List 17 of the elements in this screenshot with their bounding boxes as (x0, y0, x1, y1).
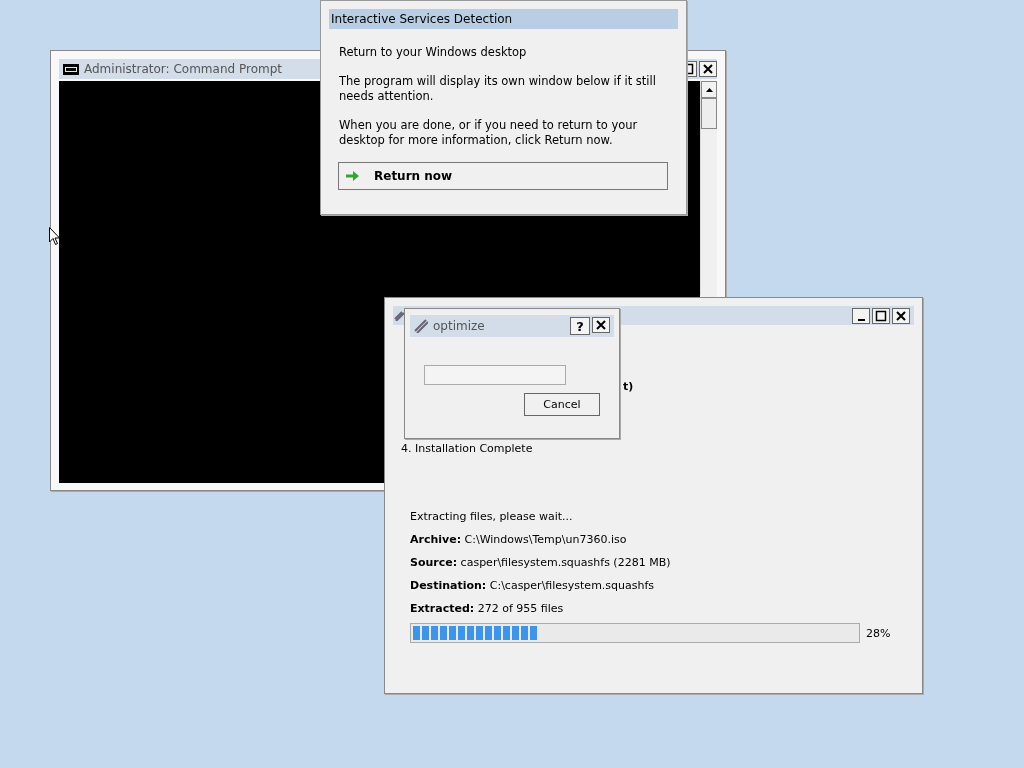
window-title: Administrator: Command Prompt (84, 62, 282, 76)
progress-percent: 28% (866, 626, 891, 640)
detail-line: Source: casper\filesystem.squashfs (2281 MB) (410, 556, 672, 569)
cancel-button[interactable]: Cancel (524, 393, 600, 416)
step-label: 4. Installation Complete (401, 442, 533, 455)
detail-line: Extracted: 272 of 955 files (410, 602, 565, 615)
window-title: optimize (433, 319, 485, 333)
detail-line: Archive: C:\Windows\Temp\un7360.iso (410, 533, 628, 546)
step-label: t) (623, 379, 634, 393)
help-button[interactable]: ? (570, 317, 590, 335)
detail-line: Destination: C:\casper\filesystem.squashfs (410, 579, 656, 592)
dialog-heading: Return to your Windows desktop (339, 45, 528, 60)
status-text: Extracting files, please wait... (410, 510, 574, 523)
dialog-text: When you are done, or if you need to return to your desktop for more information, click Return now. (339, 118, 639, 148)
dialog-title: Interactive Services Detection (329, 9, 678, 29)
dialog-text: The program will display its own window below if it still needs attention. (339, 74, 657, 104)
return-now-button[interactable]: Return now (338, 162, 668, 190)
